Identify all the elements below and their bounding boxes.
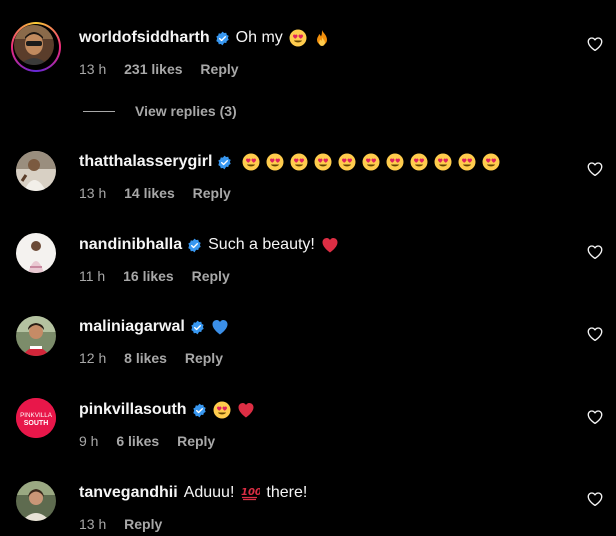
verified-badge-icon xyxy=(190,320,205,335)
reply-button[interactable]: Reply xyxy=(124,516,162,532)
avatar[interactable] xyxy=(16,481,56,521)
comment-username[interactable]: pinkvillasouth xyxy=(79,400,187,420)
avatar[interactable] xyxy=(16,151,56,191)
comment-username[interactable]: tanvegandhii xyxy=(79,483,178,503)
reply-button[interactable]: Reply xyxy=(185,350,223,366)
comment-likes[interactable]: 6 likes xyxy=(116,433,159,449)
reply-button[interactable]: Reply xyxy=(192,268,230,284)
comment-timestamp: 9 h xyxy=(79,433,99,449)
heart-eyes-emoji-icon xyxy=(242,153,260,171)
avatar-brand-text: SOUTH xyxy=(24,420,49,427)
comment-username[interactable]: worldofsiddharth xyxy=(79,28,210,48)
heart-eyes-emoji-icon xyxy=(386,153,404,171)
view-replies-label: View replies (3) xyxy=(135,103,237,119)
heart-eyes-emoji-icon xyxy=(266,153,284,171)
comment-username[interactable]: thatthalasserygirl xyxy=(79,152,212,172)
heart-eyes-emoji-icon xyxy=(289,29,307,47)
comment-timestamp: 13 h xyxy=(79,516,107,532)
red-heart-emoji-icon xyxy=(237,401,255,419)
comment-likes[interactable]: 14 likes xyxy=(124,185,175,201)
heart-eyes-emoji-icon xyxy=(482,153,500,171)
comment-text: there! xyxy=(266,484,308,501)
avatar-brand-text: PINKVILLA xyxy=(20,412,53,419)
story-ring[interactable] xyxy=(11,22,61,72)
fire-emoji-icon xyxy=(313,29,331,47)
comment-username[interactable]: nandinibhalla xyxy=(79,235,182,255)
blue-heart-emoji-icon xyxy=(211,318,229,336)
reply-button[interactable]: Reply xyxy=(177,433,215,449)
comment-text: Oh my xyxy=(235,29,283,46)
avatar[interactable] xyxy=(16,316,56,356)
like-heart-icon[interactable] xyxy=(586,35,604,53)
heart-eyes-emoji-icon xyxy=(290,153,308,171)
like-heart-icon[interactable] xyxy=(586,325,604,343)
comment-timestamp: 13 h xyxy=(79,185,107,201)
like-heart-icon[interactable] xyxy=(586,243,604,261)
comment-likes[interactable]: 16 likes xyxy=(123,268,174,284)
comment-likes[interactable]: 231 likes xyxy=(124,61,182,77)
verified-badge-icon xyxy=(192,403,207,418)
divider-dash xyxy=(83,110,115,112)
red-heart-emoji-icon xyxy=(321,236,339,254)
verified-badge-icon xyxy=(215,31,230,46)
hundred-points-emoji-icon: 100 xyxy=(240,484,260,502)
comment-timestamp: 11 h xyxy=(79,268,106,284)
comment-timestamp: 13 h xyxy=(79,61,107,77)
heart-eyes-emoji-icon xyxy=(458,153,476,171)
avatar[interactable] xyxy=(14,25,54,65)
like-heart-icon[interactable] xyxy=(586,160,604,178)
comment-likes[interactable]: 8 likes xyxy=(124,350,167,366)
reply-button[interactable]: Reply xyxy=(200,61,238,77)
comment-timestamp: 12 h xyxy=(79,350,107,366)
heart-eyes-emoji-icon xyxy=(213,401,231,419)
like-heart-icon[interactable] xyxy=(586,408,604,426)
verified-badge-icon xyxy=(187,238,202,253)
heart-eyes-emoji-icon xyxy=(338,153,356,171)
heart-eyes-emoji-icon xyxy=(362,153,380,171)
view-replies-button[interactable]: View replies (3) xyxy=(83,103,237,119)
comment-text: Aduuu! xyxy=(183,484,235,501)
reply-button[interactable]: Reply xyxy=(193,185,231,201)
heart-eyes-emoji-icon xyxy=(314,153,332,171)
verified-badge-icon xyxy=(217,155,232,170)
heart-eyes-emoji-icon xyxy=(434,153,452,171)
like-heart-icon[interactable] xyxy=(586,490,604,508)
comment-text: Such a beauty! xyxy=(208,236,315,253)
heart-eyes-emoji-icon xyxy=(410,153,428,171)
comment-username[interactable]: maliniagarwal xyxy=(79,317,185,337)
avatar[interactable]: PINKVILLA SOUTH xyxy=(16,398,56,438)
svg-text:100: 100 xyxy=(241,487,260,498)
avatar[interactable] xyxy=(16,233,56,273)
